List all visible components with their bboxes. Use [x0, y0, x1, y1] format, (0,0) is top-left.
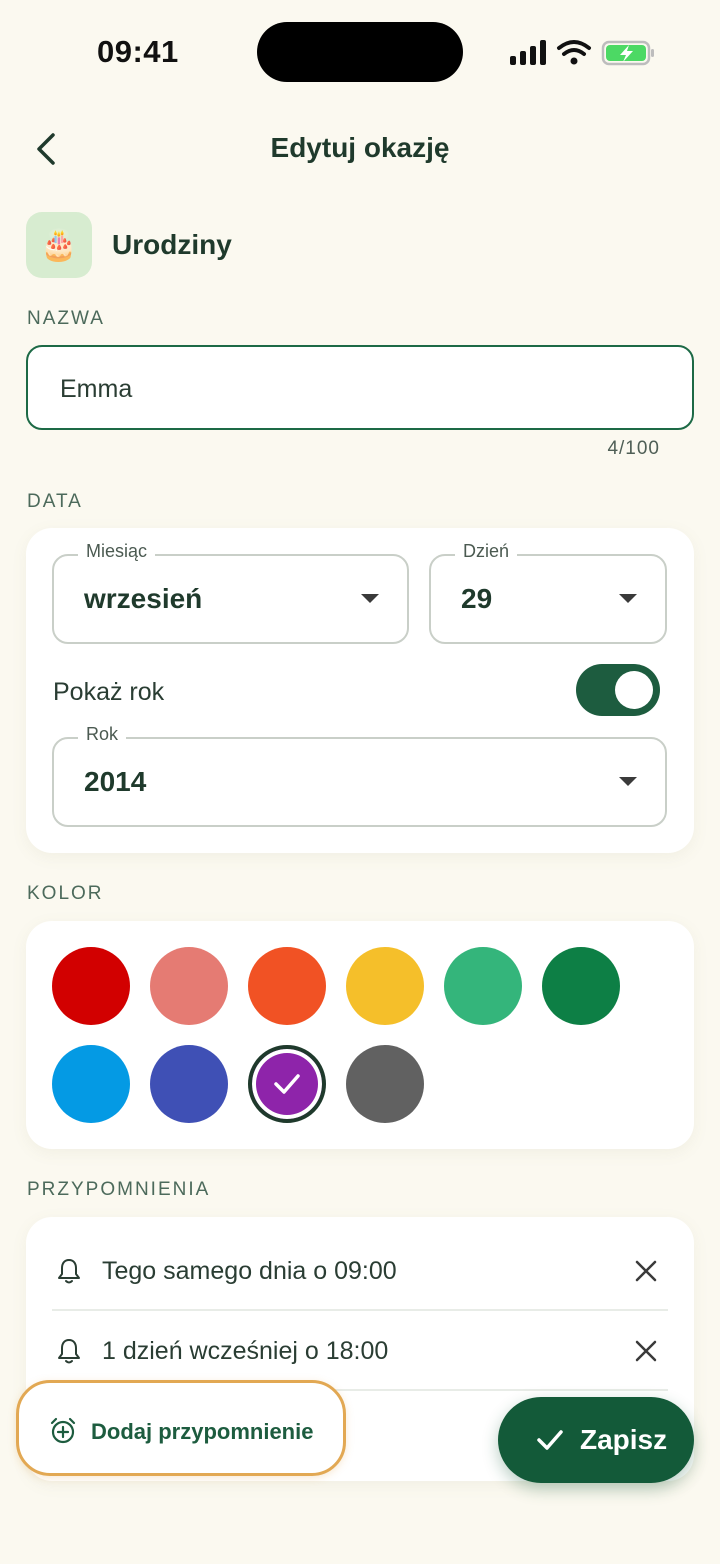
alarm-add-icon: [50, 1417, 76, 1444]
dropdown-arrow-icon: [619, 777, 637, 786]
reminder-text: Tego samego dnia o 09:00: [102, 1257, 397, 1285]
color-section-label: KOLOR: [27, 883, 104, 904]
month-value: wrzesień: [84, 583, 203, 614]
close-icon: [635, 1260, 657, 1282]
color-swatch[interactable]: [444, 947, 522, 1025]
check-icon: [537, 1430, 563, 1450]
name-input[interactable]: [60, 369, 660, 409]
occasion-type-row[interactable]: 🎂 Urodziny: [26, 212, 426, 278]
check-icon: [274, 1074, 300, 1094]
show-year-label: Pokaż rok: [53, 678, 165, 706]
dropdown-arrow-icon: [361, 594, 379, 603]
occasion-type-label: Urodziny: [112, 229, 232, 260]
color-swatch[interactable]: [150, 1045, 228, 1123]
reminders-section-label: PRZYPOMNIENIA: [27, 1179, 211, 1200]
reminder-item: Tego samego dnia o 09:00: [52, 1231, 668, 1311]
remove-reminder-button[interactable]: [628, 1253, 664, 1289]
color-swatch[interactable]: [52, 947, 130, 1025]
birthday-cake-icon: 🎂: [26, 212, 92, 278]
date-section-label: DATA: [27, 491, 83, 512]
status-icons: [508, 36, 658, 70]
dynamic-island: [257, 22, 463, 82]
add-reminder-button[interactable]: Dodaj przypomnienie: [16, 1380, 346, 1476]
year-label: Rok: [78, 724, 127, 745]
name-field[interactable]: [26, 345, 694, 430]
month-dropdown[interactable]: Miesiąc wrzesień: [52, 541, 409, 644]
color-swatch-selected[interactable]: [248, 1045, 326, 1123]
day-value: 29: [461, 583, 493, 614]
name-section-label: NAZWA: [27, 308, 105, 329]
app-header: Edytuj okazję: [0, 110, 720, 190]
color-swatch[interactable]: [52, 1045, 130, 1123]
bell-icon: [58, 1339, 80, 1364]
reminder-item: 1 dzień wcześniej o 18:00: [52, 1311, 668, 1391]
toggle-knob: [615, 671, 653, 709]
color-swatch[interactable]: [346, 947, 424, 1025]
color-card: [26, 921, 694, 1149]
reminder-text: 1 dzień wcześniej o 18:00: [102, 1337, 389, 1365]
day-dropdown[interactable]: Dzień 29: [429, 541, 667, 644]
char-counter: 4/100: [607, 438, 660, 459]
color-swatch[interactable]: [542, 947, 620, 1025]
dropdown-arrow-icon: [619, 594, 637, 603]
signal-icon: [510, 40, 546, 65]
year-dropdown[interactable]: Rok 2014: [52, 724, 667, 827]
color-swatch[interactable]: [346, 1045, 424, 1123]
year-value: 2014: [84, 766, 147, 797]
color-swatch[interactable]: [150, 947, 228, 1025]
status-time: 09:41: [97, 34, 179, 69]
remove-reminder-button[interactable]: [628, 1333, 664, 1369]
page-title: Edytuj okazję: [270, 132, 450, 163]
color-swatch[interactable]: [248, 947, 326, 1025]
date-card: Miesiąc wrzesień Dzień 29 Pokaż rok Rok …: [26, 528, 694, 853]
close-icon: [635, 1340, 657, 1362]
add-reminder-label: Dodaj przypomnienie: [91, 1419, 314, 1444]
show-year-toggle[interactable]: [576, 664, 660, 716]
status-bar: 09:41: [0, 0, 720, 110]
save-button[interactable]: Zapisz: [498, 1397, 694, 1483]
wifi-icon: [557, 40, 591, 56]
bell-icon: [58, 1259, 80, 1284]
day-label: Dzień: [455, 541, 518, 562]
month-label: Miesiąc: [78, 541, 156, 562]
battery-icon: [601, 40, 654, 66]
save-label: Zapisz: [580, 1424, 668, 1455]
